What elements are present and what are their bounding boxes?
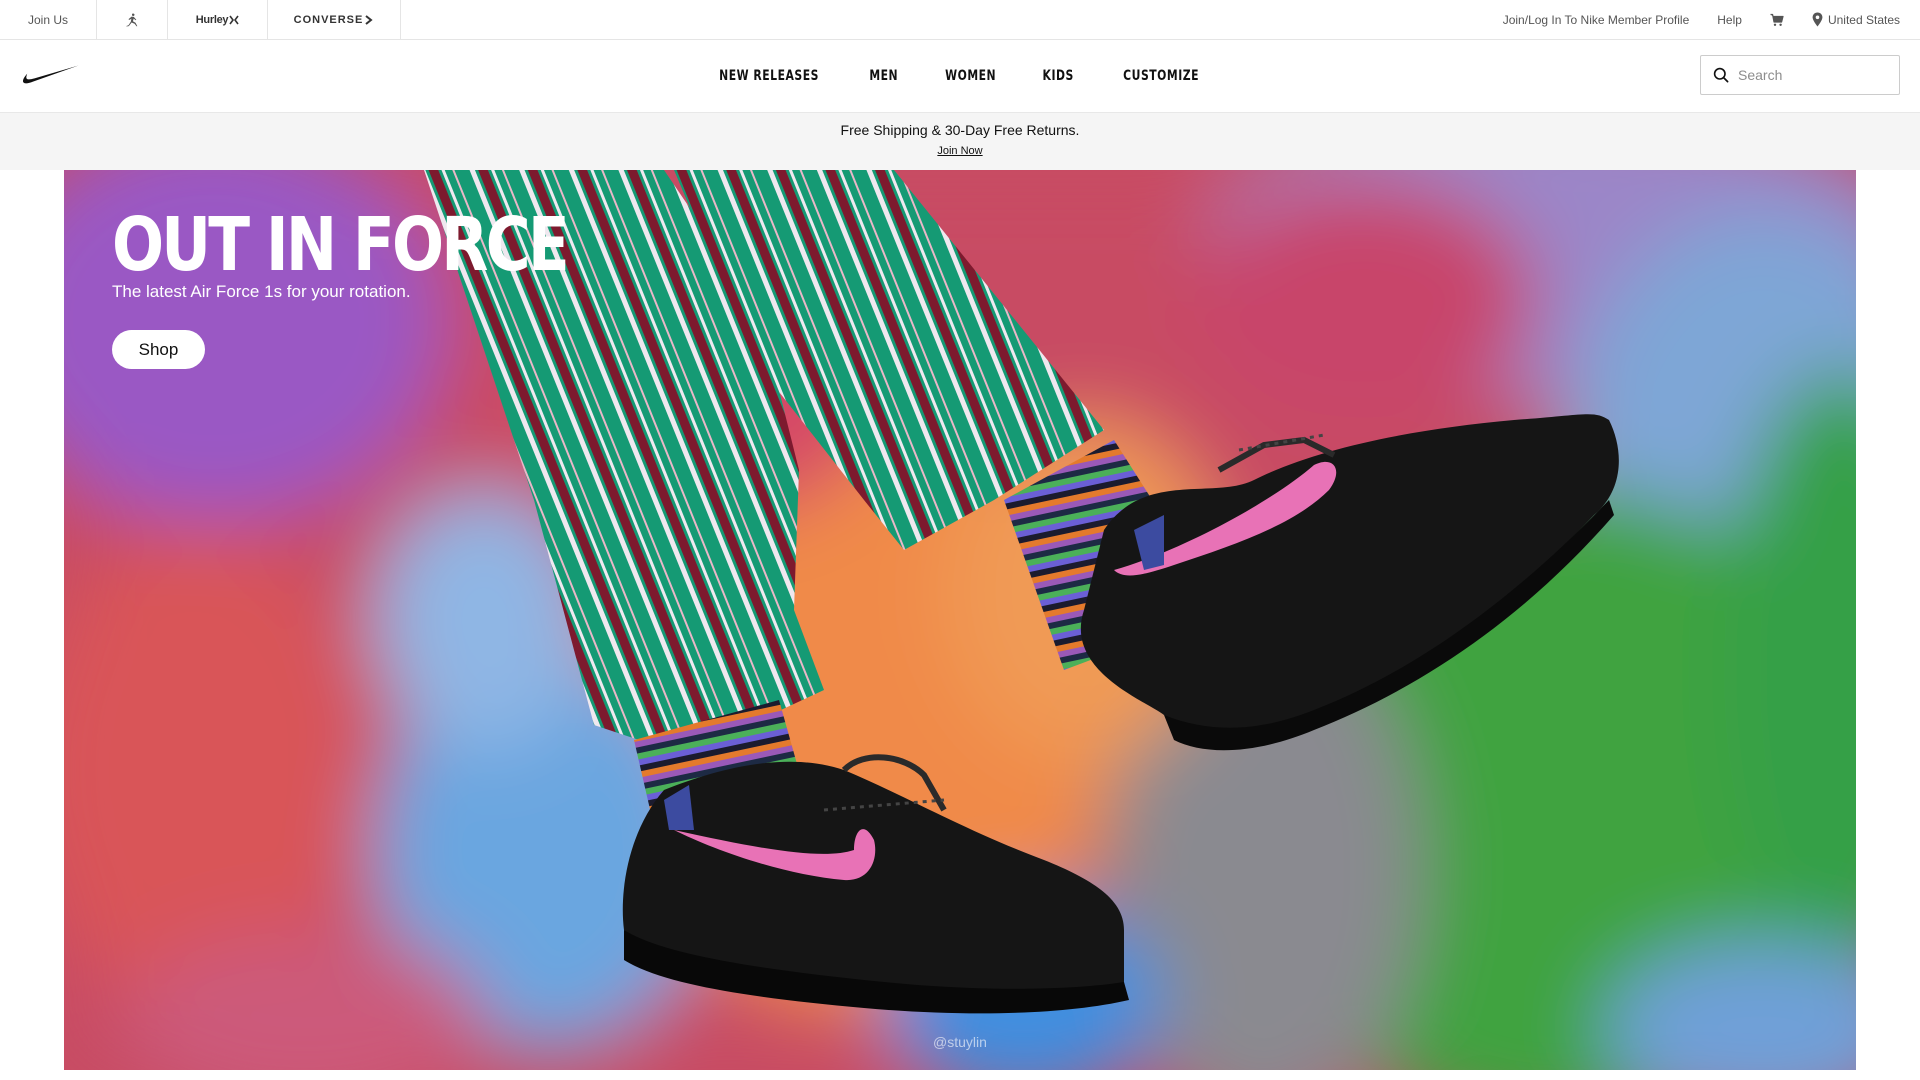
promo-message: Free Shipping & 30-Day Free Returns.	[840, 122, 1080, 138]
search-icon[interactable]	[1713, 67, 1729, 83]
hurley-logo-text: Hurley	[195, 13, 229, 26]
nav-women[interactable]: WOMEN	[945, 68, 996, 84]
hero-banner[interactable]: OUT IN FORCE The latest Air Force 1s for…	[64, 170, 1856, 1070]
member-profile-link[interactable]: Join/Log In To Nike Member Profile	[1503, 13, 1690, 27]
region-selector[interactable]: United States	[1812, 12, 1900, 27]
promo-banner: Free Shipping & 30-Day Free Returns. Joi…	[0, 112, 1920, 170]
nav-customize[interactable]: CUSTOMIZE	[1123, 68, 1199, 84]
hero-title: OUT IN FORCE	[112, 202, 570, 288]
shop-button[interactable]: Shop	[112, 330, 205, 369]
nav-men[interactable]: MEN	[870, 68, 899, 84]
nav-new-releases[interactable]: NEW RELEASES	[719, 68, 819, 84]
cart-button[interactable]	[1770, 13, 1784, 27]
utility-bar: Join Us Hurley CONVERSE Join/Log In To N…	[0, 0, 1920, 40]
cart-icon	[1770, 13, 1784, 26]
search-input[interactable]	[1738, 67, 1878, 83]
hurley-logo-icon	[229, 15, 239, 24]
primary-nav-links: NEW RELEASES MEN WOMEN KIDS CUSTOMIZE	[0, 40, 1920, 112]
hurley-brand-link[interactable]: Hurley	[168, 0, 268, 39]
location-pin-icon	[1812, 12, 1823, 27]
brand-switcher: Join Us Hurley CONVERSE	[0, 0, 401, 39]
join-now-link[interactable]: Join Now	[0, 145, 1920, 157]
photo-credit: @stuylin	[933, 1034, 987, 1050]
search-box[interactable]	[1700, 55, 1900, 95]
hero-image	[64, 170, 1856, 1070]
region-label: United States	[1827, 12, 1900, 27]
main-navigation: NEW RELEASES MEN WOMEN KIDS CUSTOMIZE	[0, 40, 1920, 112]
join-us-link[interactable]: Join Us	[0, 0, 97, 39]
nav-kids[interactable]: KIDS	[1043, 68, 1074, 84]
hero-subtitle: The latest Air Force 1s for your rotatio…	[112, 282, 411, 301]
converse-chevron-icon	[365, 14, 373, 25]
help-link[interactable]: Help	[1717, 13, 1742, 27]
converse-logo-text: CONVERSE	[293, 13, 364, 26]
jordan-jumpman-icon	[126, 13, 138, 26]
utility-links: Join/Log In To Nike Member Profile Help …	[1503, 0, 1900, 39]
converse-brand-link[interactable]: CONVERSE	[268, 0, 401, 39]
jordan-brand-link[interactable]	[97, 0, 168, 39]
